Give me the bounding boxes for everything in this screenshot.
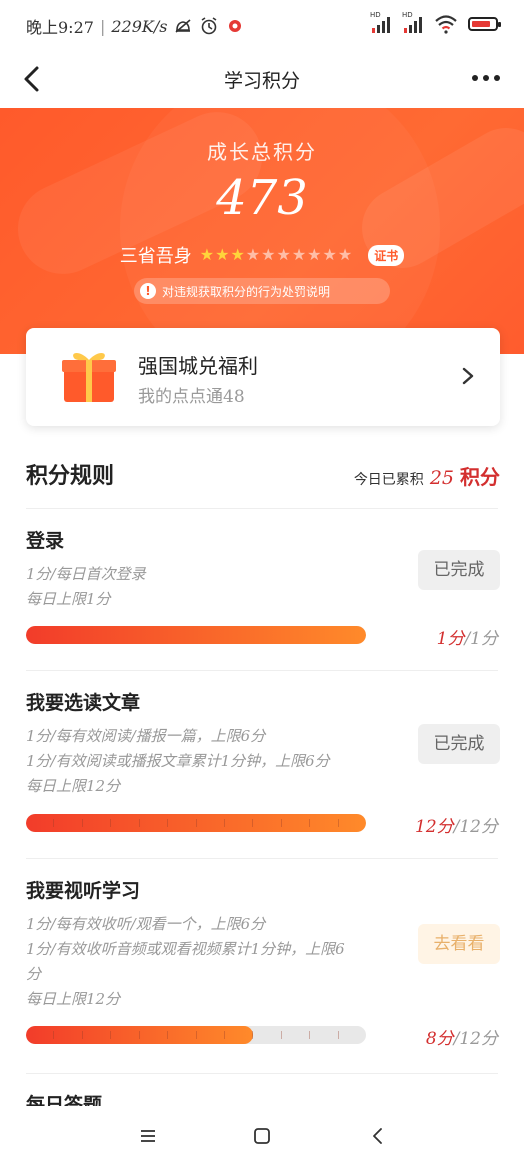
today-points: 今日已累积 25 积分 bbox=[354, 461, 500, 490]
progress-bar bbox=[26, 1026, 366, 1044]
rules-title: 积分规则 bbox=[26, 463, 115, 489]
today-value: 25 bbox=[429, 467, 454, 489]
rule-description: 1分/每有效阅读/播报一篇，上限6分 1分/有效阅读或播报文章累计1分钟，上限6… bbox=[26, 727, 330, 795]
page-title: 学习积分 bbox=[223, 70, 300, 92]
status-left: 晚上9:27 | 229K/s bbox=[26, 14, 245, 38]
reward-subtitle: 我的点点通48 bbox=[138, 387, 245, 407]
rule-description: 1分/每日首次登录 每日上限1分 bbox=[26, 565, 146, 608]
star-empty-icon: ★ bbox=[291, 245, 307, 264]
home-icon[interactable] bbox=[250, 1124, 274, 1148]
penalty-notice-text: 对违规获取积分的行为处罚说明 bbox=[162, 284, 331, 299]
progress-bar bbox=[26, 814, 366, 832]
progress-ticks bbox=[26, 814, 366, 832]
status-bar: 晚上9:27 | 229K/s HD HD bbox=[0, 0, 524, 52]
level-row: 三省吾身 ★ ★ ★ ★ ★ ★ ★ ★ ★ ★ 证书 bbox=[0, 242, 524, 268]
progress-ticks bbox=[26, 1026, 366, 1044]
rule-score: 8分/12分 bbox=[425, 1029, 498, 1049]
system-nav-bar bbox=[0, 1106, 524, 1166]
completed-button[interactable]: 已完成 bbox=[418, 724, 500, 764]
rule-item-login: 登录 1分/每日首次登录 每日上限1分 已完成 1分/1分 bbox=[26, 526, 500, 666]
nav-bar: 学习积分 bbox=[0, 52, 524, 108]
reward-title: 强国城兑福利 bbox=[138, 354, 258, 378]
rule-item-audio-video: 我要视听学习 1分/每有效收听/观看一个，上限6分 1分/有效收听音频或观看视频… bbox=[26, 876, 500, 1066]
rule-name: 我要视听学习 bbox=[26, 880, 141, 902]
mute-icon bbox=[175, 19, 191, 33]
total-points-label: 成长总积分 bbox=[207, 140, 317, 164]
star-filled-icon: ★ bbox=[215, 245, 230, 264]
divider bbox=[26, 1073, 498, 1074]
star-empty-icon: ★ bbox=[337, 245, 353, 264]
signal-icon: HD bbox=[402, 11, 424, 34]
star-rating: ★ ★ ★ ★ ★ ★ ★ ★ ★ ★ bbox=[200, 247, 352, 263]
rule-name: 每日答题 bbox=[26, 1094, 103, 1106]
rule-score: 12分/12分 bbox=[415, 817, 498, 837]
points-hero: 成长总积分 473 三省吾身 ★ ★ ★ ★ ★ ★ ★ ★ ★ ★ 证书 ! 对违规获取积分的行… bbox=[0, 108, 524, 354]
go-watch-button[interactable]: 去看看 bbox=[418, 924, 500, 964]
status-time: 晚上9:27 bbox=[26, 18, 94, 37]
divider bbox=[26, 508, 498, 509]
star-empty-icon: ★ bbox=[322, 245, 337, 264]
rule-item-articles: 我要选读文章 1分/每有效阅读/播报一篇，上限6分 1分/有效阅读或播报文章累计… bbox=[26, 688, 500, 848]
divider bbox=[26, 670, 498, 671]
rule-item-daily-quiz: 每日答题 bbox=[26, 1090, 500, 1106]
star-empty-icon: ★ bbox=[261, 245, 276, 264]
certificate-button[interactable]: 证书 bbox=[368, 244, 405, 266]
status-separator: | bbox=[99, 16, 106, 36]
star-empty-icon: ★ bbox=[307, 245, 322, 264]
battery-icon bbox=[468, 17, 501, 31]
reward-card[interactable]: 强国城兑福利 我的点点通48 bbox=[26, 328, 500, 426]
wifi-icon bbox=[435, 15, 457, 34]
back-icon[interactable] bbox=[366, 1124, 390, 1148]
status-right: HD HD bbox=[370, 11, 501, 34]
signal-icon: HD bbox=[370, 11, 392, 34]
rule-description: 1分/每有效收听/观看一个，上限6分 1分/有效收听音频或观看视频累计1分钟，上… bbox=[26, 915, 345, 1008]
total-points-value: 473 bbox=[216, 170, 308, 226]
penalty-notice-link[interactable]: ! 对违规获取积分的行为处罚说明 bbox=[134, 278, 390, 304]
level-label: 三省吾身 bbox=[119, 246, 192, 267]
completed-button[interactable]: 已完成 bbox=[418, 550, 500, 590]
star-filled-icon: ★ bbox=[230, 245, 245, 264]
today-label: 今日已累积 bbox=[353, 472, 424, 488]
gift-icon bbox=[62, 353, 116, 402]
rule-name: 我要选读文章 bbox=[26, 692, 141, 714]
exclamation-icon: ! bbox=[140, 283, 156, 299]
progress-ticks bbox=[26, 626, 366, 644]
alarm-icon bbox=[201, 17, 217, 35]
star-empty-icon: ★ bbox=[245, 245, 261, 264]
notification-icon bbox=[229, 20, 242, 32]
star-filled-icon: ★ bbox=[199, 245, 215, 264]
chevron-right-icon bbox=[462, 367, 474, 385]
menu-icon[interactable] bbox=[136, 1124, 160, 1148]
today-unit: 积分 bbox=[460, 465, 500, 489]
rule-name: 登录 bbox=[26, 530, 65, 552]
rule-score: 1分/1分 bbox=[436, 629, 498, 649]
network-speed: 229K/s bbox=[111, 16, 168, 36]
star-empty-icon: ★ bbox=[276, 245, 291, 264]
more-options-icon[interactable] bbox=[470, 66, 502, 90]
divider bbox=[26, 858, 498, 859]
progress-bar bbox=[26, 626, 366, 644]
